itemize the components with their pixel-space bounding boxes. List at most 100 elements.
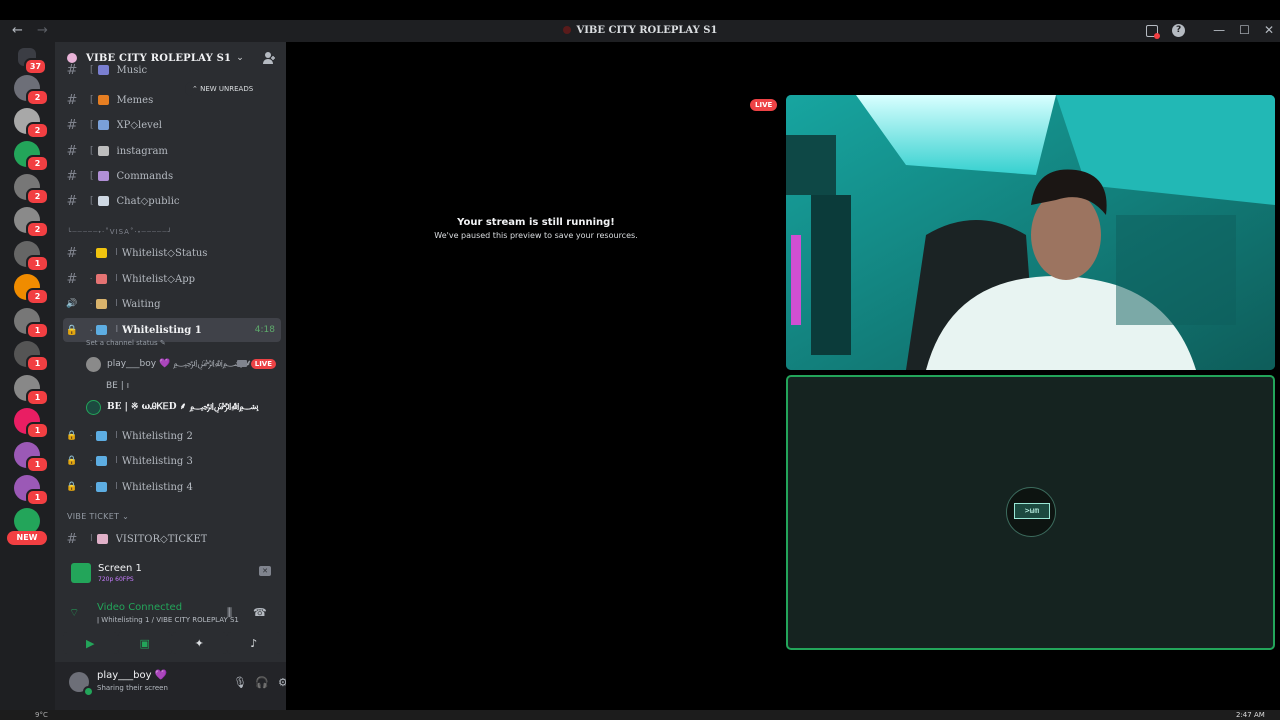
mention-badge: 1 xyxy=(26,489,49,506)
set-channel-status[interactable]: Set a channel status ✎ xyxy=(86,339,166,347)
channel-dash: · xyxy=(90,432,93,440)
soundboard-button[interactable]: ♪ xyxy=(226,632,281,654)
boost-icon xyxy=(67,53,77,63)
voice-location[interactable]: ǀ Whitelisting 1 / VIBE CITY ROLEPLAY S1 xyxy=(97,616,272,624)
voice-user[interactable]: BE | ı xyxy=(106,377,129,395)
mention-badge: 1 xyxy=(26,355,49,372)
avatar-text: >ωm xyxy=(1014,503,1050,519)
avatar: >ωm xyxy=(1006,487,1056,537)
lock-icon: 🔒 xyxy=(66,456,78,466)
microphone-icon[interactable]: 🎙 xyxy=(233,676,247,689)
maximize-button[interactable]: ☐ xyxy=(1239,23,1250,37)
camera-button[interactable]: ▶ xyxy=(63,632,118,654)
channel-name: Whitelist◇Status xyxy=(121,247,208,259)
hash-icon: # xyxy=(66,64,78,76)
hash-icon: # xyxy=(66,92,78,108)
mention-badge: 1 xyxy=(26,456,49,473)
new-server-pill[interactable]: NEW xyxy=(7,531,47,545)
signal-icon[interactable]: ⌔ xyxy=(69,606,79,620)
add-member-icon[interactable] xyxy=(262,51,276,65)
envelope-emoji-icon xyxy=(96,534,108,544)
close-button[interactable]: ✕ xyxy=(1264,23,1274,37)
title-bar: ← → VIBE CITY ROLEPLAY S1 ? — ☐ ✕ xyxy=(0,20,1280,42)
channel-emoji-icon xyxy=(97,95,109,105)
channel-name: Chat◇public xyxy=(116,195,180,207)
voice-status[interactable]: Video Connected xyxy=(97,602,182,613)
channel-item[interactable]: 🔒 · ǀ Whitelisting 3 xyxy=(63,449,281,473)
speaker-icon: 🔊 xyxy=(66,299,78,309)
lock-icon: 🔒 xyxy=(65,324,79,336)
inbox-icon[interactable] xyxy=(1146,25,1161,39)
hash-icon: # xyxy=(66,245,78,261)
server-rail: 37 2 2 2 2 2 1 2 1 1 1 1 1 1 NEW xyxy=(0,42,55,710)
hash-icon: # xyxy=(66,143,78,159)
channel-emoji-icon xyxy=(96,274,108,284)
user-panel: play___boy 💜 Sharing their screen 🎙 🎧 ⚙ xyxy=(55,662,288,710)
voice-user[interactable]: play___boy 💜 ﷽ ⸙ LIVE xyxy=(86,355,276,373)
channel-bar: [ xyxy=(90,196,94,206)
channel-emoji-icon xyxy=(96,248,108,258)
screen-share-panel: Screen 1 720p 60FPS ✕ xyxy=(63,556,281,592)
channel-item[interactable]: 🔒 · ǀ Whitelisting 4 xyxy=(63,475,281,499)
channel-name: Music xyxy=(116,64,148,76)
activities-button[interactable]: ✦ xyxy=(172,632,227,654)
mention-badge: 1 xyxy=(26,422,49,439)
clock[interactable]: 2:47 AM xyxy=(1236,711,1265,719)
channel-name: VISITOR◇TICKET xyxy=(115,533,208,545)
os-taskbar: 9°C 2:47 AM xyxy=(0,710,1280,720)
channel-item[interactable]: # · ǀ Whitelist◇App xyxy=(63,267,281,291)
mention-badge: 2 xyxy=(26,89,49,106)
hash-icon: # xyxy=(66,531,78,547)
channel-item[interactable]: # [Commands xyxy=(63,164,281,188)
camera-icon xyxy=(236,360,247,367)
new-unreads-pill[interactable]: ⌃ NEW UNREADS xyxy=(185,82,261,96)
username[interactable]: play___boy 💜 xyxy=(97,670,167,681)
channel-bar: ǀ xyxy=(115,325,119,335)
channel-name: XP◇level xyxy=(116,119,162,131)
participant-tile[interactable]: >ωm xyxy=(786,375,1275,650)
disconnect-icon[interactable]: ☎ xyxy=(253,606,267,619)
hash-icon: # xyxy=(66,117,78,133)
window-title: VIBE CITY ROLEPLAY S1 xyxy=(0,25,1280,36)
share-screen-button[interactable]: ▣ xyxy=(117,632,172,654)
channel-dash: · xyxy=(90,457,93,465)
channel-name: Waiting xyxy=(121,298,161,310)
channel-visitor-ticket[interactable]: # ǀ VISITOR◇TICKET xyxy=(63,527,281,551)
channel-bar: ǀ xyxy=(115,274,118,284)
screen-quality: 720p 60FPS xyxy=(98,576,134,583)
channel-bar: ǀ xyxy=(90,534,93,544)
channel-dash: · xyxy=(90,249,93,257)
channel-item[interactable]: # [Chat◇public xyxy=(63,189,281,213)
channel-name: Whitelisting 4 xyxy=(121,481,193,493)
main-stage: Your stream is still running! We've paus… xyxy=(286,42,1280,710)
webcam-feed-image xyxy=(786,95,1275,370)
mention-badge: 2 xyxy=(26,122,49,139)
webcam-tile[interactable] xyxy=(786,95,1275,370)
weather-temp[interactable]: 9°C xyxy=(35,711,48,719)
voice-user-name: play___boy 💜 ﷽ ⸙ xyxy=(107,359,252,369)
avatar xyxy=(86,356,101,372)
channel-item[interactable]: # [Music xyxy=(63,64,281,76)
paused-subtitle: We've paused this preview to save your r… xyxy=(434,231,638,240)
channel-item[interactable]: # [instagram xyxy=(63,139,281,163)
headphones-icon[interactable]: 🎧 xyxy=(255,676,269,689)
stop-stream-icon[interactable]: ✕ xyxy=(259,566,271,576)
mention-badge: 2 xyxy=(26,288,49,305)
voice-user[interactable]: BE | ※ ωᎯᏦᎬD ⸙ ﷽ xyxy=(86,398,259,416)
channel-item[interactable]: 🔊 · ǀ Waiting xyxy=(63,292,281,316)
help-icon[interactable]: ? xyxy=(1172,24,1186,37)
noise-suppression-icon[interactable]: ⫼ xyxy=(227,606,232,620)
lock-icon: 🔒 xyxy=(66,431,78,441)
channel-item[interactable]: # · ǀ Whitelist◇Status xyxy=(63,241,281,265)
screen-thumbnail[interactable] xyxy=(71,563,91,583)
minimize-button[interactable]: — xyxy=(1213,23,1225,37)
mention-badge: 2 xyxy=(26,155,49,172)
channel-bar: [ xyxy=(90,95,94,105)
channel-item[interactable]: 🔒 · ǀ Whitelisting 2 xyxy=(63,424,281,448)
channel-emoji-icon xyxy=(96,482,108,492)
category-vibe-ticket[interactable]: VIBE TICKET ⌄ xyxy=(67,512,129,521)
channel-dash: · xyxy=(90,300,93,308)
channel-item[interactable]: # [XP◇level xyxy=(63,113,281,137)
mention-badge: 2 xyxy=(26,221,49,238)
channel-dash: · xyxy=(90,325,93,335)
